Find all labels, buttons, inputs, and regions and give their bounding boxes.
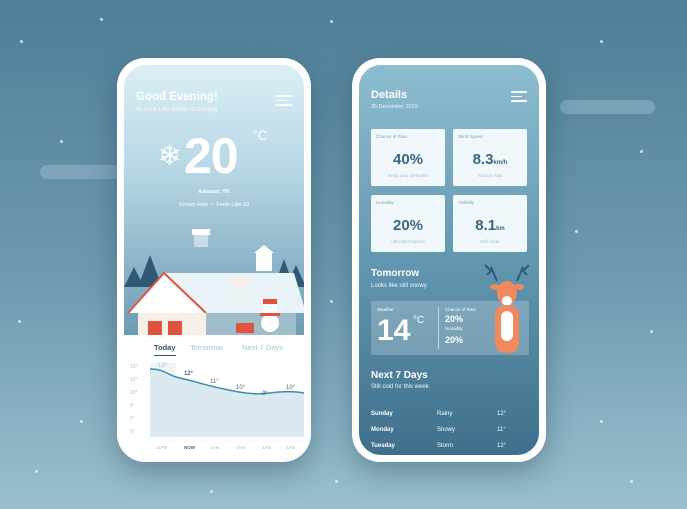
- hourly-temperature-graph: 15° 12° 10° 8° 5° 0° 13° 12° 11° 10° 9° …: [124, 359, 304, 455]
- card-label: Visibility: [458, 200, 475, 205]
- card-note: Not too Fast: [477, 173, 503, 178]
- feels-like-label: Feels Like 10: [216, 202, 250, 208]
- tomorrow-title: Tomorrow: [371, 268, 420, 279]
- rain-value: 20%: [445, 314, 464, 324]
- temperature-unit: °C: [252, 127, 268, 143]
- forecast-tabs: Today Tomorrow Next 7 Days: [124, 339, 304, 359]
- details-date: 25 December 2019: [371, 104, 418, 110]
- card-value: 8.3km/h: [472, 151, 508, 168]
- greeting-subtitle: Its Look Like Winter is Coming: [136, 107, 218, 113]
- tab-today[interactable]: Today: [154, 343, 176, 356]
- forecast-row[interactable]: Monday Snowy 11°: [371, 427, 511, 439]
- menu-icon[interactable]: [276, 95, 292, 106]
- y-label: 12°: [130, 377, 138, 383]
- card-wind-speed: Wind Speed 8.3km/h Not too Fast: [453, 129, 527, 186]
- greeting-title: Good Evening!: [136, 91, 218, 103]
- card-label: Chance of Rain: [376, 134, 408, 139]
- next7-subtitle: Still cold for this week: [371, 384, 429, 390]
- tab-tomorrow[interactable]: Tomorrow: [190, 343, 223, 352]
- card-note: Little Wet Outside: [390, 239, 426, 244]
- tomorrow-subtitle: Looks like still snowy: [371, 283, 427, 289]
- x-label: 11PM: [156, 445, 168, 450]
- card-value: 8.1km: [475, 217, 505, 234]
- house-illustration: [124, 229, 304, 345]
- snowflake-icon: ❄: [158, 140, 182, 171]
- card-note: Keep your Umbrella: [388, 173, 428, 178]
- tomorrow-temperature: 14: [377, 314, 411, 347]
- forecast-row[interactable]: Sunday Rainy 12°: [371, 411, 511, 423]
- forecast-day: Tuesday: [371, 443, 395, 449]
- details-screen: Details 25 December 2019 Chance of Rain …: [359, 65, 539, 455]
- value-label: 12°: [184, 371, 194, 377]
- condition-label: Snowy Rain: [178, 202, 209, 208]
- card-note: Still Clear: [480, 239, 500, 244]
- card-humidity: Humidity 20% Little Wet Outside: [371, 195, 445, 252]
- y-label: 15°: [130, 364, 138, 370]
- condition-separator: •: [211, 202, 214, 208]
- phone-details: Details 25 December 2019 Chance of Rain …: [352, 58, 546, 462]
- forecast-row[interactable]: Tuesday Storm 12°: [371, 443, 511, 455]
- today-screen: Good Evening! Its Look Like Winter is Co…: [124, 65, 304, 455]
- value-label: 11°: [210, 379, 219, 385]
- y-label: 0°: [130, 429, 135, 435]
- card-label: Humidity: [376, 200, 394, 205]
- x-label: NOW: [184, 445, 196, 450]
- forecast-day: Monday: [371, 427, 394, 433]
- card-visibility: Visibility 8.1km Still Clear: [453, 195, 527, 252]
- forecast-temp: 12°: [497, 411, 507, 417]
- y-label: 5°: [130, 416, 135, 422]
- tab-next-7-days[interactable]: Next 7 Days: [242, 343, 283, 352]
- location-label: Kalasan, YK: [198, 189, 230, 195]
- x-label: 3AM: [262, 445, 272, 450]
- details-background: [359, 65, 539, 455]
- forecast-day: Sunday: [371, 411, 393, 417]
- current-temperature: 20: [184, 128, 239, 184]
- forecast-temp: 12°: [497, 443, 507, 449]
- x-label: 1AM: [210, 445, 220, 450]
- x-label: 5AM: [286, 445, 296, 450]
- card-chance-of-rain: Chance of Rain 40% Keep your Umbrella: [371, 129, 445, 186]
- rain-label: Chance of Rain: [445, 307, 477, 312]
- next7-title: Next 7 Days: [371, 370, 428, 381]
- value-label: 10°: [286, 385, 296, 391]
- value-label: 13°: [158, 363, 168, 369]
- graph-area: [150, 369, 304, 437]
- tomorrow-divider: [438, 307, 439, 349]
- forecast-condition: Snowy: [437, 427, 456, 433]
- forecast-temp: 11°: [497, 427, 506, 433]
- tomorrow-unit: °C: [413, 315, 425, 326]
- details-title: Details: [371, 89, 408, 101]
- forecast-condition: Rainy: [437, 411, 453, 417]
- value-label: 10°: [236, 385, 246, 391]
- x-label: 2AM: [236, 445, 246, 450]
- humidity-label: Humidity: [445, 326, 463, 331]
- background-cloud: [560, 100, 655, 114]
- humidity-value: 20%: [445, 335, 464, 345]
- y-label: 8°: [130, 403, 135, 409]
- condition-row: Snowy Rain • Feels Like 10: [124, 202, 304, 208]
- card-value: 20%: [392, 217, 424, 234]
- menu-icon[interactable]: [511, 91, 527, 102]
- value-label: 9°: [262, 391, 268, 397]
- weather-label: Weather: [377, 307, 394, 312]
- y-label: 10°: [130, 390, 138, 396]
- phone-today: Good Evening! Its Look Like Winter is Co…: [117, 58, 311, 462]
- card-label: Wind Speed: [458, 134, 483, 139]
- card-value: 40%: [392, 151, 424, 168]
- deer-illustration: [484, 264, 530, 353]
- forecast-condition: Storm: [437, 443, 454, 449]
